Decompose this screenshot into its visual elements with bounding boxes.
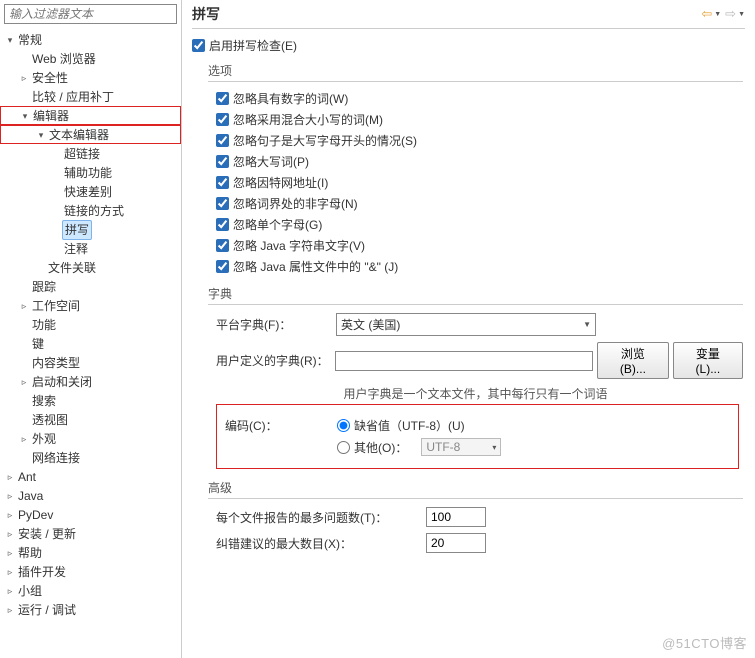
tree-network[interactable]: 网络连接 (0, 448, 181, 467)
tree-workspace[interactable]: ▹工作空间 (0, 296, 181, 315)
opt-p-checkbox[interactable] (216, 155, 229, 168)
tree-content[interactable]: 内容类型 (0, 353, 181, 372)
encoding-label: 编码(C)： (225, 417, 337, 434)
options-group: 选项 忽略具有数字的词(W) 忽略采用混合大小写的词(M) 忽略句子是大写字母开… (208, 62, 743, 275)
encoding-other-radio-input[interactable] (337, 441, 350, 454)
tree-linkmode[interactable]: 链接的方式 (0, 201, 181, 220)
options-title: 选项 (208, 62, 743, 79)
tree-fileassoc[interactable]: 文件关联 (0, 258, 181, 277)
tree-help[interactable]: ▹帮助 (0, 543, 181, 562)
encoding-other-value: UTF-8 (426, 440, 460, 454)
max-problems-input[interactable] (426, 507, 486, 527)
opt-m-label: 忽略采用混合大小写的词(M) (233, 111, 383, 128)
chevron-down-icon: ▼ (583, 320, 591, 329)
tree-hyperlink[interactable]: 超链接 (0, 144, 181, 163)
tree-compare[interactable]: 比较 / 应用补丁 (0, 87, 181, 106)
opt-j-label: 忽略 Java 属性文件中的 "&" (J) (233, 258, 398, 275)
back-drop-icon[interactable]: ▼ (714, 11, 721, 18)
tree-run[interactable]: ▹运行 / 调试 (0, 600, 181, 619)
opt-v-label: 忽略 Java 字符串文字(V) (233, 237, 365, 254)
encoding-group: 编码(C)： 缺省值（UTF-8）(U) 其他(O)： UTF-8 ▾ (216, 404, 739, 469)
tree-security[interactable]: ▹安全性 (0, 68, 181, 87)
encoding-other-radio[interactable]: 其他(O)： (337, 439, 407, 456)
opt-g-label: 忽略单个字母(G) (233, 216, 322, 233)
tree-editor[interactable]: ▾编辑器 (0, 106, 181, 125)
encoding-default-radio[interactable]: 缺省值（UTF-8）(U) (337, 417, 465, 434)
opt-j-checkbox[interactable] (216, 260, 229, 273)
opt-g-checkbox[interactable] (216, 218, 229, 231)
tree-search[interactable]: 搜索 (0, 391, 181, 410)
encoding-other-select[interactable]: UTF-8 ▾ (421, 438, 501, 456)
tree-function[interactable]: 功能 (0, 315, 181, 334)
enable-spellcheck-label: 启用拼写检查(E) (209, 37, 297, 54)
opt-m-checkbox[interactable] (216, 113, 229, 126)
tree-plugin[interactable]: ▹插件开发 (0, 562, 181, 581)
tree-web[interactable]: Web 浏览器 (0, 49, 181, 68)
max-suggest-input[interactable] (426, 533, 486, 553)
tree-aux[interactable]: 辅助功能 (0, 163, 181, 182)
tree-team[interactable]: ▹小组 (0, 581, 181, 600)
opt-s-checkbox[interactable] (216, 134, 229, 147)
encoding-default-radio-input[interactable] (337, 419, 350, 432)
sidebar: ▾常规 Web 浏览器 ▹安全性 比较 / 应用补丁 ▾编辑器 ▾文本编辑器 超… (0, 0, 182, 658)
tree-ant[interactable]: ▹Ant (0, 467, 181, 486)
advanced-group: 高级 每个文件报告的最多问题数(T)： 纠错建议的最大数目(X)： (208, 479, 743, 553)
user-dict-hint: 用户字典是一个文本文件，其中每行只有一个词语 (208, 385, 743, 402)
opt-w-label: 忽略具有数字的词(W) (233, 90, 348, 107)
forward-icon[interactable]: ⇨ (725, 6, 736, 22)
browse-button[interactable]: 浏览(B)... (597, 342, 669, 379)
user-dict-input[interactable] (335, 351, 593, 371)
max-problems-label: 每个文件报告的最多问题数(T)： (216, 509, 426, 526)
tree-startup[interactable]: ▹启动和关闭 (0, 372, 181, 391)
tree-quickdiff[interactable]: 快速差别 (0, 182, 181, 201)
preferences-tree: ▾常规 Web 浏览器 ▹安全性 比较 / 应用补丁 ▾编辑器 ▾文本编辑器 超… (0, 28, 181, 621)
opt-v-checkbox[interactable] (216, 239, 229, 252)
opt-n-checkbox[interactable] (216, 197, 229, 210)
platform-dict-value: 英文 (美国) (341, 316, 400, 333)
filter-input[interactable] (4, 4, 177, 24)
max-suggest-label: 纠错建议的最大数目(X)： (216, 535, 426, 552)
tree-annotation[interactable]: 注释 (0, 239, 181, 258)
tree-spelling[interactable]: 拼写 (0, 220, 181, 239)
tree-general[interactable]: ▾常规 (0, 30, 181, 49)
platform-dict-select[interactable]: 英文 (美国) ▼ (336, 313, 596, 336)
page-title: 拼写 (192, 4, 220, 24)
user-dict-label: 用户定义的字典(R)： (216, 352, 335, 369)
opt-i-label: 忽略因特网地址(I) (233, 174, 328, 191)
main-panel: 拼写 ⇦▼ ⇨▼ 启用拼写检查(E) 选项 忽略具有数字的词(W) 忽略采用混合… (182, 0, 755, 658)
tree-pydev[interactable]: ▹PyDev (0, 505, 181, 524)
opt-w-checkbox[interactable] (216, 92, 229, 105)
opt-p-label: 忽略大写词(P) (233, 153, 309, 170)
encoding-default-label: 缺省值（UTF-8）(U) (354, 417, 465, 434)
opt-s-label: 忽略句子是大写字母开头的情况(S) (233, 132, 417, 149)
variable-button[interactable]: 变量(L)... (673, 342, 743, 379)
tree-install[interactable]: ▹安装 / 更新 (0, 524, 181, 543)
opt-n-label: 忽略词界处的非字母(N) (233, 195, 358, 212)
dictionary-group: 字典 平台字典(F)： 英文 (美国) ▼ 用户定义的字典(R)： 浏览(B).… (208, 285, 743, 469)
dict-title: 字典 (208, 285, 743, 302)
tree-perspective[interactable]: 透视图 (0, 410, 181, 429)
tree-text-editor[interactable]: ▾文本编辑器 (0, 125, 181, 144)
tree-tracking[interactable]: 跟踪 (0, 277, 181, 296)
adv-title: 高级 (208, 479, 743, 496)
tree-appearance[interactable]: ▹外观 (0, 429, 181, 448)
back-icon[interactable]: ⇦ (701, 6, 712, 22)
chevron-down-icon: ▾ (492, 443, 496, 452)
opt-i-checkbox[interactable] (216, 176, 229, 189)
forward-drop-icon[interactable]: ▼ (738, 11, 745, 18)
tree-keys[interactable]: 键 (0, 334, 181, 353)
tree-java[interactable]: ▹Java (0, 486, 181, 505)
enable-spellcheck-checkbox[interactable] (192, 39, 205, 52)
platform-dict-label: 平台字典(F)： (216, 316, 336, 333)
encoding-other-label: 其他(O)： (354, 439, 407, 456)
